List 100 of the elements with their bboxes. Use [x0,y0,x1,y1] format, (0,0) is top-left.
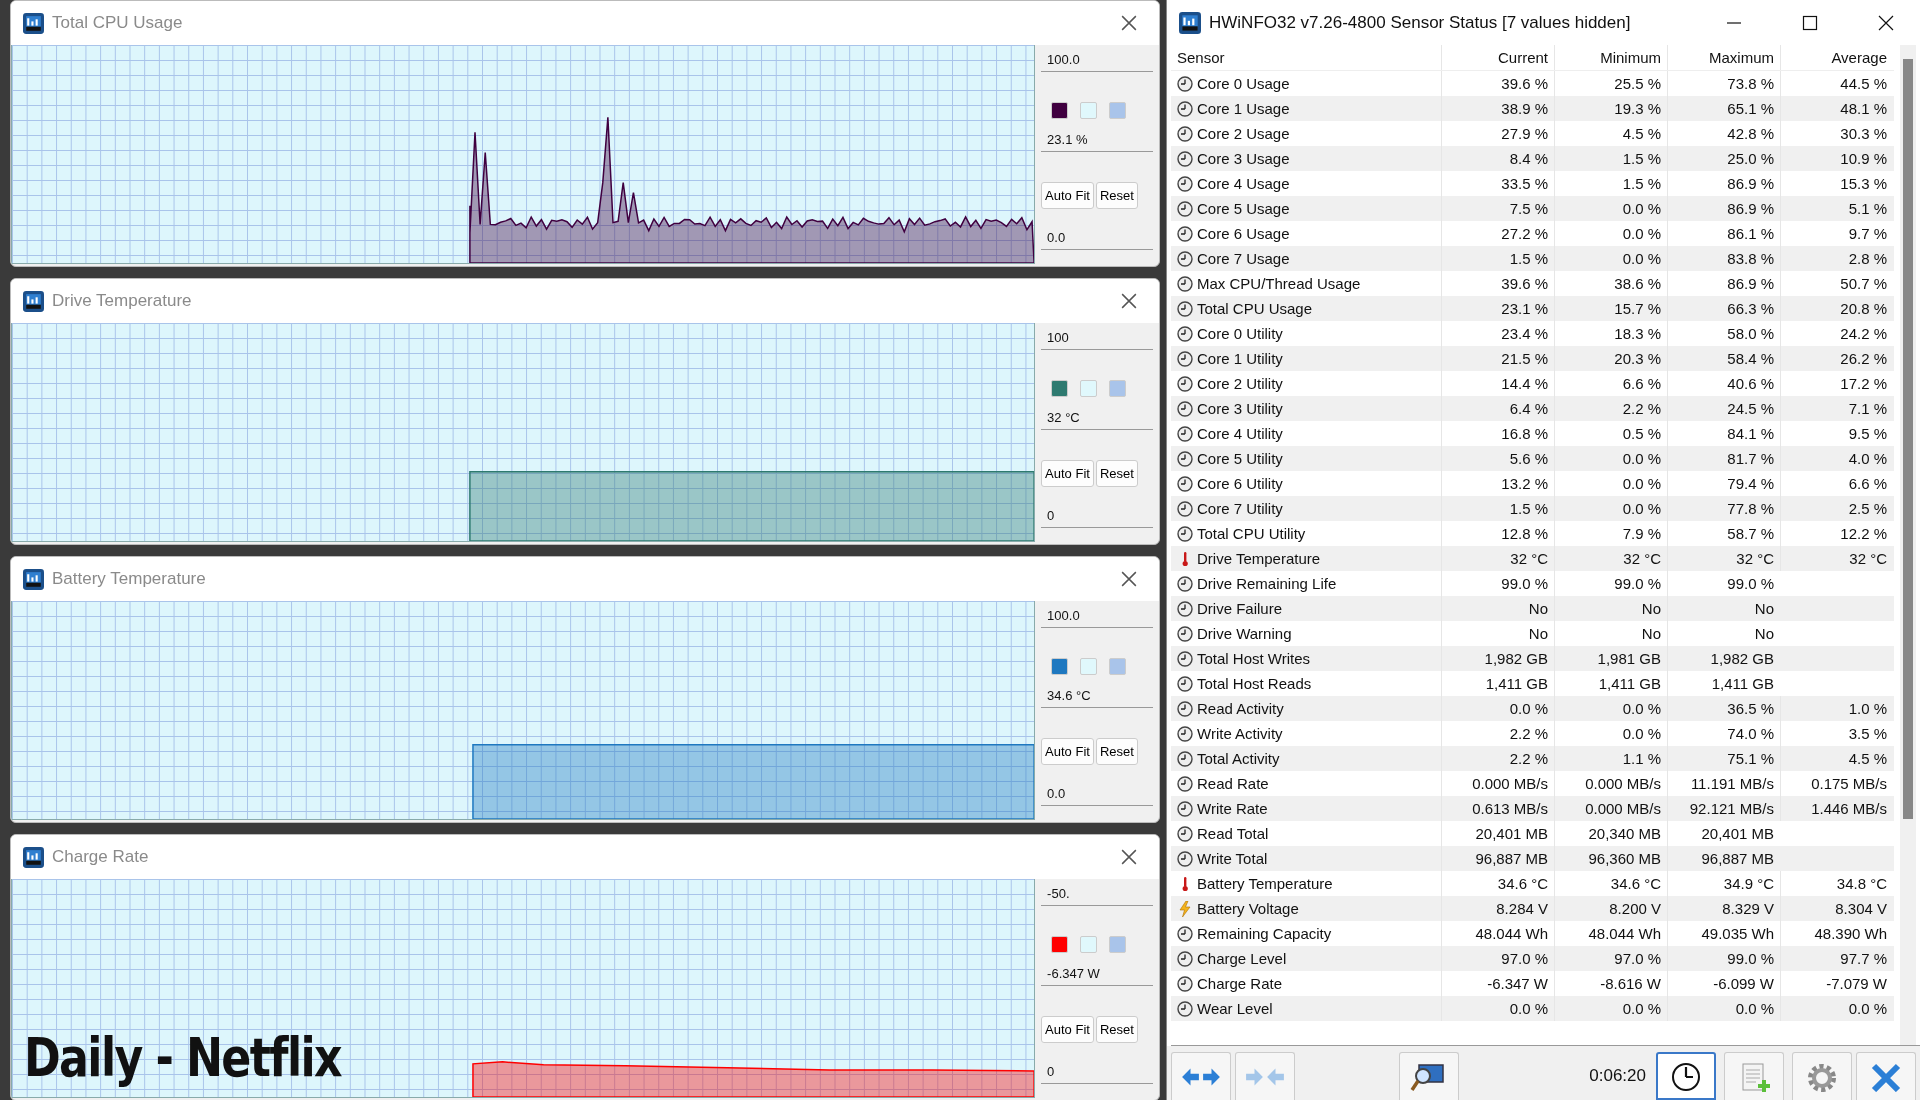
table-cell: 83.8 % [1667,246,1780,271]
sensor-name: Max CPU/Thread Usage [1197,275,1361,292]
expand-button[interactable] [1171,1052,1231,1100]
clock-icon [1177,150,1193,167]
color-swatch[interactable] [1080,102,1098,119]
reset-button[interactable]: Reset [1095,1016,1138,1043]
clock-button[interactable] [1656,1052,1716,1100]
table-cell: 5.6 % [1441,446,1554,471]
clock-icon [1177,575,1193,592]
clock-icon [1177,125,1193,142]
reset-button[interactable]: Reset [1095,738,1138,765]
clock-icon [1177,175,1193,192]
table-cell: 2.5 % [1780,496,1893,521]
reset-button[interactable]: Reset [1095,182,1138,209]
auto-fit-button[interactable]: Auto Fit [1041,738,1094,765]
clock-icon [1177,850,1193,867]
clock-icon [1177,200,1193,217]
app-icon [23,290,44,312]
window-title: Battery Temperature [52,569,207,589]
close-button[interactable] [1856,1052,1916,1100]
sensor-name: Wear Level [1197,1000,1273,1017]
color-swatch[interactable] [1080,380,1098,397]
close-icon[interactable] [1121,15,1137,31]
clock-icon [1177,975,1193,992]
clock-icon [1177,675,1193,692]
sensor-name: Core 6 Utility [1197,475,1283,492]
table-cell: 2.2 % [1441,746,1554,771]
column-header[interactable]: Sensor [1171,49,1441,66]
table-cell: 58.4 % [1667,346,1780,371]
clock-icon [1177,825,1193,842]
table-cell: 8.329 V [1667,896,1780,921]
reset-button[interactable]: Reset [1095,460,1138,487]
close-icon[interactable] [1121,293,1137,309]
sensor-name: Drive Remaining Life [1197,575,1337,592]
table-cell: 20.8 % [1780,296,1893,321]
table-cell: 4.0 % [1780,446,1893,471]
table-cell: 10.9 % [1780,146,1893,171]
color-swatch[interactable] [1080,936,1098,953]
color-swatch[interactable] [1080,658,1098,675]
settings-button[interactable] [1792,1052,1852,1100]
color-swatch[interactable] [1109,936,1127,953]
table-cell: 15.7 % [1554,296,1667,321]
color-swatch[interactable] [1051,658,1069,675]
sensor-name: Write Activity [1197,725,1283,742]
maximize-icon[interactable] [1802,14,1818,31]
color-swatch[interactable] [1109,658,1127,675]
table-cell: 81.7 % [1667,446,1780,471]
table-cell: No [1441,596,1554,621]
color-swatch[interactable] [1109,102,1127,119]
table-cell: 32 °C [1441,546,1554,571]
table-cell: 2.8 % [1780,246,1893,271]
table-cell: 99.0 % [1667,946,1780,971]
sensor-name: Charge Level [1197,950,1287,967]
color-swatch[interactable] [1051,102,1069,119]
sensor-name: Total CPU Utility [1197,525,1306,542]
table-cell: 1,981 GB [1554,646,1667,671]
table-cell: 92.121 MB/s [1667,796,1780,821]
sensor-name: Core 2 Utility [1197,375,1283,392]
auto-fit-button[interactable]: Auto Fit [1041,182,1094,209]
auto-fit-button[interactable]: Auto Fit [1041,460,1094,487]
sensor-name: Core 5 Utility [1197,450,1283,467]
app-icon [23,568,44,590]
sensor-name: Core 0 Usage [1197,75,1290,92]
table-cell: 65.1 % [1667,96,1780,121]
network-button[interactable] [1399,1052,1459,1100]
clock-icon [1177,525,1193,542]
column-header[interactable]: Minimum [1554,45,1667,70]
column-header[interactable]: Maximum [1667,45,1780,70]
close-icon[interactable] [1121,849,1137,865]
scrollbar[interactable] [1900,45,1916,1045]
clock-icon [1177,625,1193,642]
table-cell: 21.5 % [1441,346,1554,371]
clock-icon [1177,425,1193,442]
window-title: Charge Rate [52,847,150,867]
color-swatch[interactable] [1051,936,1069,953]
column-header[interactable]: Average [1780,45,1893,70]
table-cell: 77.8 % [1667,496,1780,521]
elapsed-time: 0:06:20 [1589,1066,1647,1087]
sensor-name: Drive Failure [1197,600,1283,617]
clock-icon [1177,450,1193,467]
close-icon[interactable] [1878,14,1894,31]
color-swatch[interactable] [1109,380,1127,397]
sensor-name: Remaining Capacity [1197,925,1332,942]
clock-icon [1177,250,1193,267]
sensor-name: Total CPU Usage [1197,300,1313,317]
report-button[interactable] [1724,1052,1784,1100]
sensor-name: Total Host Reads [1197,675,1312,692]
table-cell: 97.7 % [1780,946,1893,971]
table-cell: 96,887 MB [1667,846,1780,871]
sensor-name: Core 3 Utility [1197,400,1283,417]
table-cell: 97.0 % [1554,946,1667,971]
clock-icon [1177,725,1193,742]
auto-fit-button[interactable]: Auto Fit [1041,1016,1094,1043]
table-cell: 36.5 % [1667,696,1780,721]
column-header[interactable]: Current [1441,45,1554,70]
sensor-name: Core 1 Usage [1197,100,1290,117]
clock-icon [1177,100,1193,117]
color-swatch[interactable] [1051,380,1069,397]
close-icon[interactable] [1121,571,1137,587]
table-cell: 0.0 % [1780,996,1893,1021]
